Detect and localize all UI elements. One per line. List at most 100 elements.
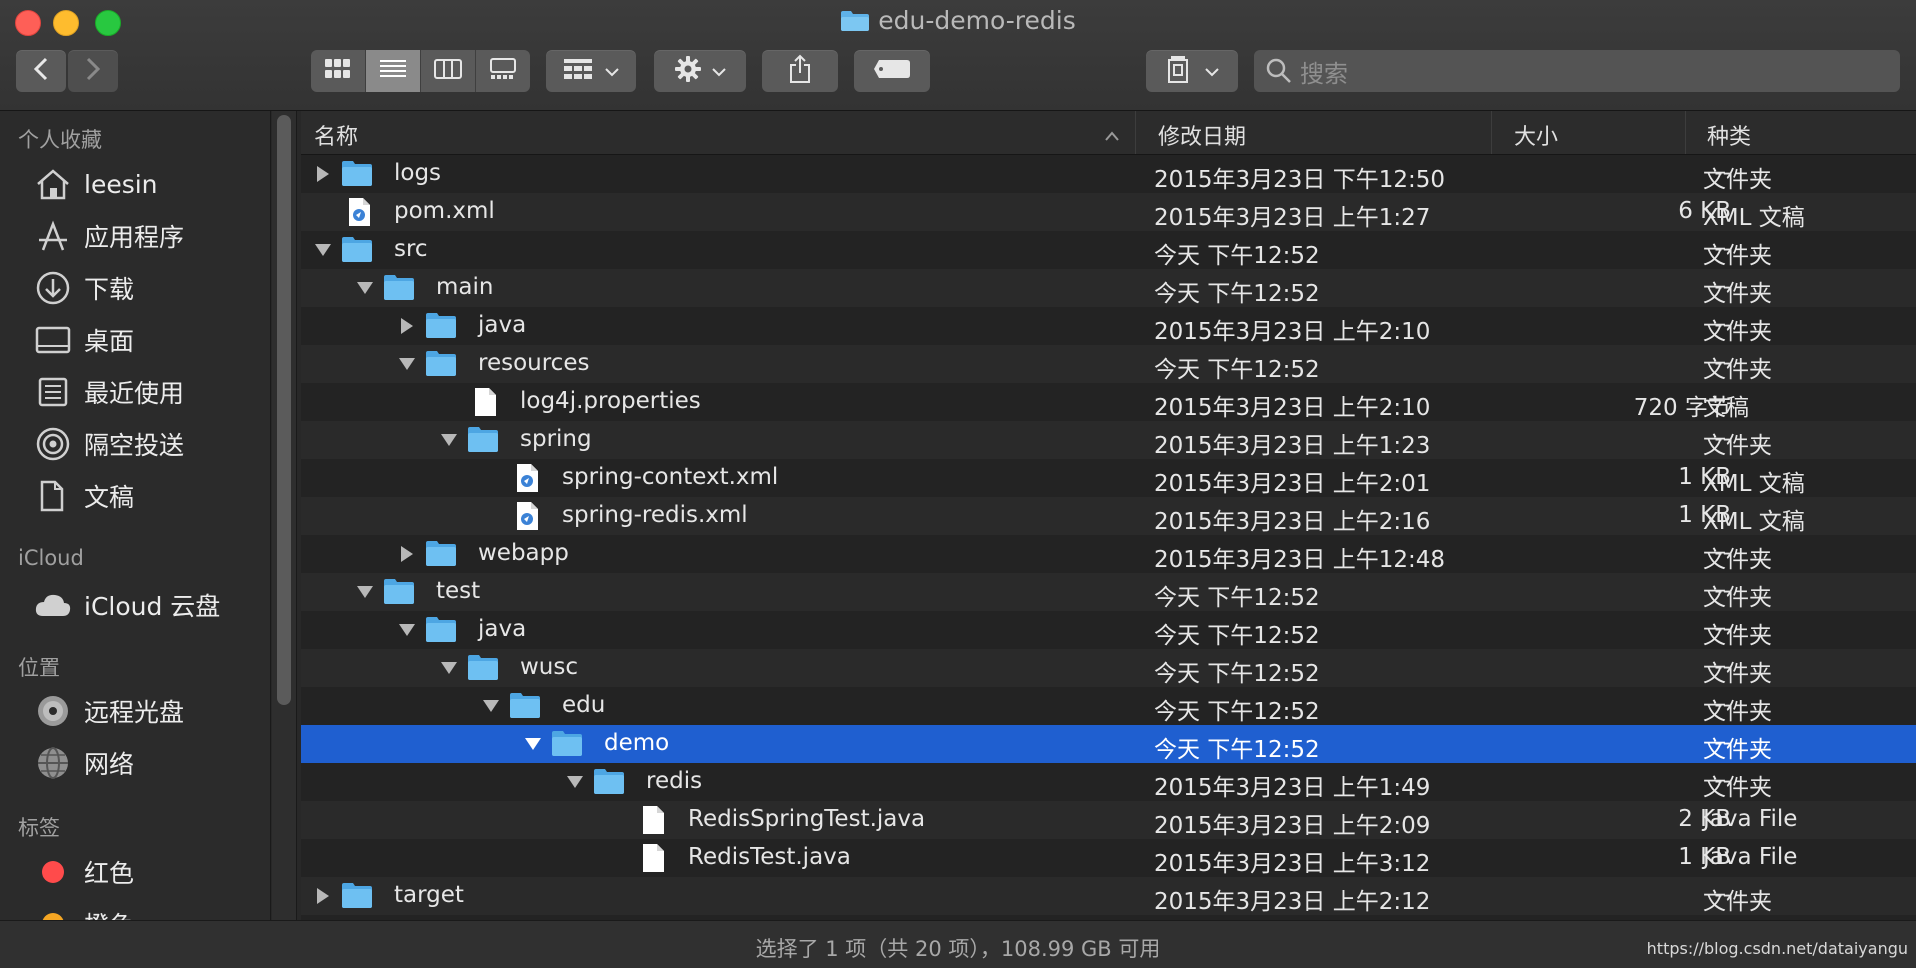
- file-date: 2015年3月23日 上午2:10: [1154, 319, 1431, 345]
- desktop-icon: [32, 322, 74, 358]
- sidebar-scrollbar[interactable]: [277, 115, 291, 705]
- sidebar-item-downloads[interactable]: 下载: [32, 268, 134, 308]
- folder-icon: [467, 653, 499, 683]
- file-name: main: [436, 274, 494, 300]
- icon-view-button[interactable]: [311, 50, 366, 92]
- file-date: 2015年3月23日 上午12:48: [1154, 547, 1446, 573]
- folder-icon: [341, 235, 373, 265]
- download-icon: [32, 270, 74, 306]
- table-row[interactable]: java 2015年3月23日 上午2:10 -- 文件夹: [301, 307, 1916, 345]
- sidebar-item-label: 隔空投送: [84, 431, 185, 460]
- table-row[interactable]: wusc 今天 下午12:52 -- 文件夹: [301, 649, 1916, 687]
- disclosure-collapsed-icon[interactable]: [397, 544, 417, 564]
- xml-file-icon: [513, 501, 545, 531]
- table-row[interactable]: spring-redis.xml 2015年3月23日 上午2:16 1 KB XML…: [301, 497, 1916, 535]
- back-button[interactable]: [16, 50, 66, 92]
- file-name: wusc: [520, 654, 579, 680]
- group-by-button[interactable]: [546, 50, 636, 92]
- sidebar-item-label: 下载: [84, 275, 135, 304]
- table-row[interactable]: edu 今天 下午12:52 -- 文件夹: [301, 687, 1916, 725]
- file-kind: 文件夹: [1703, 547, 1772, 573]
- sidebar-item-desktop[interactable]: 桌面: [32, 320, 134, 360]
- column-header-date[interactable]: 修改日期: [1158, 119, 1246, 151]
- table-row[interactable]: java 今天 下午12:52 -- 文件夹: [301, 611, 1916, 649]
- file-kind: 文件夹: [1703, 585, 1772, 611]
- file-name: spring-redis.xml: [562, 502, 748, 528]
- forward-button[interactable]: [68, 50, 118, 92]
- table-row[interactable]: test 今天 下午12:52 -- 文件夹: [301, 573, 1916, 611]
- table-row[interactable]: RedisSpringTest.java 2015年3月23日 上午2:09 2 K…: [301, 801, 1916, 839]
- xml-file-icon: [513, 463, 545, 493]
- remote-disc-button[interactable]: [1146, 50, 1238, 92]
- gallery-view-button[interactable]: [476, 50, 530, 92]
- folder-icon: [551, 729, 583, 759]
- disclosure-expanded-icon[interactable]: [439, 430, 459, 450]
- file-icon: [639, 843, 671, 873]
- sidebar-item-applications[interactable]: 应用程序: [32, 216, 184, 256]
- table-row[interactable]: spring-context.xml 2015年3月23日 上午2:01 1 KB X…: [301, 459, 1916, 497]
- disclosure-expanded-icon[interactable]: [565, 772, 585, 792]
- file-kind: 文件夹: [1703, 623, 1772, 649]
- table-row[interactable]: resources 今天 下午12:52 -- 文件夹: [301, 345, 1916, 383]
- disclosure-expanded-icon[interactable]: [397, 620, 417, 640]
- table-row[interactable]: redis 2015年3月23日 上午1:49 -- 文件夹: [301, 763, 1916, 801]
- action-menu-button[interactable]: [654, 50, 746, 92]
- file-kind: 文件夹: [1703, 281, 1772, 307]
- disclosure-expanded-icon[interactable]: [313, 240, 333, 260]
- share-button[interactable]: [762, 50, 838, 92]
- column-header-kind[interactable]: 种类: [1707, 119, 1751, 151]
- sidebar-section-locations: 位置: [18, 656, 60, 680]
- table-row[interactable]: logs 2015年3月23日 下午12:50 -- 文件夹: [301, 155, 1916, 193]
- file-icon: [471, 387, 503, 417]
- search-field[interactable]: 搜索: [1254, 50, 1900, 92]
- disclosure-collapsed-icon[interactable]: [313, 164, 333, 184]
- table-row[interactable]: spring 2015年3月23日 上午1:23 -- 文件夹: [301, 421, 1916, 459]
- column-header-size[interactable]: 大小: [1514, 119, 1558, 151]
- column-divider[interactable]: [1135, 111, 1136, 154]
- column-header-name[interactable]: 名称: [314, 119, 358, 151]
- tags-button[interactable]: [854, 50, 930, 92]
- file-kind: 文件夹: [1703, 243, 1772, 269]
- sidebar-item-label: 应用程序: [84, 223, 185, 252]
- table-row[interactable]: target 2015年3月23日 上午2:12 -- 文件夹: [301, 877, 1916, 915]
- disclosure-expanded-icon[interactable]: [397, 354, 417, 374]
- chevron-left-icon: [33, 57, 49, 85]
- file-name: java: [478, 616, 527, 642]
- disclosure-expanded-icon[interactable]: [355, 278, 375, 298]
- sidebar-item-remote-disc[interactable]: 远程光盘: [32, 691, 184, 731]
- sidebar-item-airdrop[interactable]: 隔空投送: [32, 424, 184, 464]
- column-view-button[interactable]: [421, 50, 476, 92]
- column-divider[interactable]: [1491, 111, 1492, 154]
- sidebar-item-leesin[interactable]: leesin: [32, 164, 158, 204]
- sidebar-item-icloud-drive[interactable]: iCloud 云盘: [32, 585, 220, 625]
- table-row[interactable]: pom.xml 2015年3月23日 上午1:27 6 KB XML 文稿: [301, 193, 1916, 231]
- sidebar-item-label: 橙色: [84, 906, 134, 920]
- table-row[interactable]: src 今天 下午12:52 -- 文件夹: [301, 231, 1916, 269]
- disclosure-expanded-icon[interactable]: [523, 734, 543, 754]
- table-row[interactable]: log4j.properties 2015年3月23日 上午2:10 720 字节文…: [301, 383, 1916, 421]
- search-placeholder: 搜索: [1300, 59, 1348, 88]
- disclosure-expanded-icon[interactable]: [355, 582, 375, 602]
- table-row[interactable]: demo 今天 下午12:52 -- 文件夹: [301, 725, 1916, 763]
- disclosure-expanded-icon[interactable]: [481, 696, 501, 716]
- disclosure-expanded-icon[interactable]: [439, 658, 459, 678]
- sidebar-item-network[interactable]: 网络: [32, 743, 134, 783]
- list-view-button[interactable]: [366, 50, 421, 92]
- sidebar-item-label: 远程光盘: [84, 698, 185, 727]
- disc-icon: [32, 693, 74, 729]
- file-name: log4j.properties: [520, 388, 701, 414]
- sidebar-item-tag-red[interactable]: 红色: [32, 852, 134, 892]
- table-row[interactable]: main 今天 下午12:52 -- 文件夹: [301, 269, 1916, 307]
- sidebar-item-documents[interactable]: 文稿: [32, 476, 134, 516]
- sidebar-item-recents[interactable]: 最近使用: [32, 372, 184, 412]
- gallery-icon: [489, 58, 517, 84]
- disclosure-collapsed-icon[interactable]: [397, 316, 417, 336]
- file-date: 今天 下午12:52: [1154, 585, 1320, 611]
- disclosure-collapsed-icon[interactable]: [313, 886, 333, 906]
- sidebar-item-tag-orange[interactable]: 橙色: [32, 904, 134, 920]
- file-date: 2015年3月23日 上午1:27: [1154, 205, 1431, 231]
- table-row[interactable]: RedisTest.java 2015年3月23日 上午3:12 1 KB Java …: [301, 839, 1916, 877]
- table-row[interactable]: webapp 2015年3月23日 上午12:48 -- 文件夹: [301, 535, 1916, 573]
- file-kind: XML 文稿: [1703, 205, 1805, 231]
- column-divider[interactable]: [1685, 111, 1686, 154]
